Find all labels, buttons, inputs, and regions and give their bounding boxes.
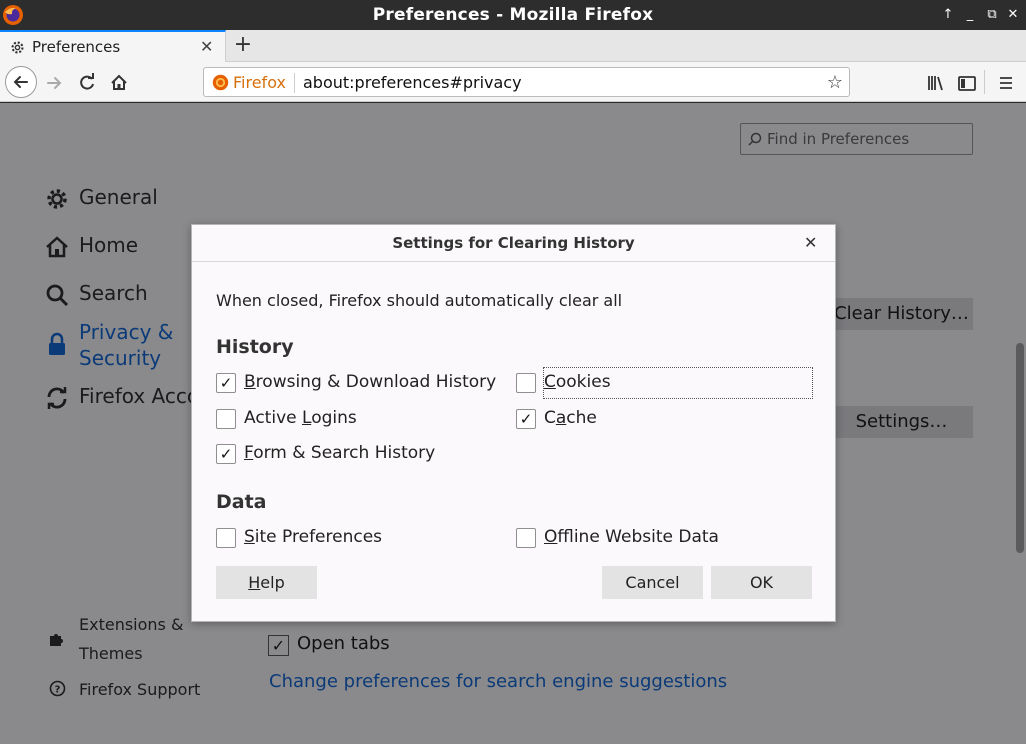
navigation-toolbar: Firefox about:preferences#privacy ☆ (0, 62, 1026, 102)
data-heading: Data (216, 491, 267, 513)
back-arrow-icon (13, 76, 28, 88)
open-tabs-label: Open tabs (297, 633, 390, 654)
window-close-button[interactable]: ✕ (1004, 6, 1022, 24)
privacy-label-line2: Security (79, 346, 162, 370)
offline-website-data-checkbox[interactable] (516, 528, 536, 548)
window-restore-button[interactable]: ⧉ (983, 6, 1001, 24)
reload-icon (80, 73, 94, 90)
dialog-header: Settings for Clearing History ✕ (192, 225, 835, 262)
window-minimize-button[interactable]: _ (961, 6, 979, 24)
cookies-checkbox[interactable] (516, 373, 536, 393)
find-placeholder: Find in Preferences (767, 130, 910, 148)
forward-button[interactable] (40, 68, 70, 98)
tab-close-icon[interactable]: ✕ (200, 37, 213, 56)
menu-button[interactable] (991, 68, 1021, 98)
cache-checkbox[interactable]: ✓ (516, 409, 536, 429)
find-in-preferences-input[interactable]: Find in Preferences (740, 123, 973, 155)
home-icon (111, 74, 127, 90)
sidebar-item-label: Firefox Support (79, 680, 201, 699)
search-icon (748, 132, 762, 146)
window-title: Preferences - Mozilla Firefox (372, 5, 654, 25)
option-label: Form & Search History (244, 443, 436, 463)
open-tabs-checkbox[interactable]: ✓ (268, 635, 289, 656)
sidebar-icon (958, 76, 976, 91)
search-icon (46, 284, 69, 307)
form-search-history-checkbox[interactable]: ✓ (216, 444, 236, 464)
help-circle-icon: ? (49, 680, 66, 697)
clear-history-settings-dialog: Settings for Clearing History ✕ When clo… (191, 224, 836, 622)
option-label: Offline Website Data (544, 527, 719, 547)
cancel-button[interactable]: Cancel (602, 566, 703, 599)
toolbar-separator (984, 70, 985, 94)
browsing-history-checkbox[interactable]: ✓ (216, 373, 236, 393)
sidebar-item-label: Home (79, 233, 139, 257)
identity-label: Firefox (233, 73, 286, 92)
hamburger-menu-icon (1000, 77, 1012, 89)
history-settings-button[interactable]: Settings… (830, 406, 973, 438)
library-button[interactable] (921, 68, 951, 98)
option-label: Browsing & Download History (244, 372, 497, 392)
forward-arrow-icon (47, 77, 62, 89)
sync-icon (47, 387, 67, 409)
option-label: Active Logins (244, 408, 357, 428)
home-button[interactable] (104, 68, 134, 98)
sidebar-item-label: Privacy & Security (79, 319, 173, 371)
page-scrollbar[interactable] (1016, 343, 1024, 553)
dialog-description: When closed, Firefox should automaticall… (216, 291, 623, 310)
sidebar-item-label: General (79, 185, 158, 209)
dialog-title: Settings for Clearing History (392, 234, 635, 252)
dialog-close-icon[interactable]: ✕ (804, 233, 817, 252)
bookmark-star-icon[interactable]: ☆ (827, 72, 843, 93)
history-heading: History (216, 336, 294, 358)
search-suggestions-link[interactable]: Change preferences for search engine sug… (269, 671, 727, 692)
ok-button[interactable]: OK (711, 566, 812, 599)
option-label: Site Preferences (244, 527, 383, 547)
url-text[interactable]: about:preferences#privacy (303, 73, 522, 92)
back-button[interactable] (5, 66, 37, 98)
url-bar[interactable]: Firefox about:preferences#privacy ☆ (203, 67, 850, 97)
site-preferences-checkbox[interactable] (216, 528, 236, 548)
firefox-identity-icon (212, 74, 229, 91)
sidebar-item-label: Search (79, 281, 148, 305)
library-icon (928, 76, 943, 91)
gear-icon (47, 189, 67, 209)
sidebar-item-label: Firefox Acco (79, 384, 200, 408)
option-label: Cookies (544, 372, 611, 392)
tab-preferences[interactable]: Preferences ✕ (0, 30, 226, 62)
tab-strip: Preferences ✕ + (0, 30, 1026, 62)
new-tab-button[interactable]: + (232, 32, 254, 57)
window-keep-above-button[interactable]: ↑ (939, 6, 957, 24)
gear-icon (11, 41, 24, 54)
svg-text:?: ? (55, 685, 61, 696)
reload-button[interactable] (72, 68, 102, 98)
option-label: Cache (544, 408, 597, 428)
active-logins-checkbox[interactable] (216, 409, 236, 429)
home-icon (46, 236, 68, 258)
clear-history-button[interactable]: Clear History… (830, 298, 973, 330)
puzzle-piece-icon (50, 634, 63, 646)
sidebar-toggle-button[interactable] (952, 68, 982, 98)
lock-icon (49, 332, 65, 355)
extensions-label-line1: Extensions & (79, 615, 184, 634)
window-titlebar: Preferences - Mozilla Firefox ↑ _ ⧉ ✕ (0, 0, 1026, 30)
sidebar-item-label: Extensions & Themes (79, 610, 183, 668)
extensions-label-line2: Themes (79, 644, 143, 663)
help-button[interactable]: Help (216, 566, 317, 599)
privacy-label-line1: Privacy & (79, 320, 174, 344)
tab-title: Preferences (32, 38, 121, 56)
urlbar-separator (294, 73, 295, 93)
